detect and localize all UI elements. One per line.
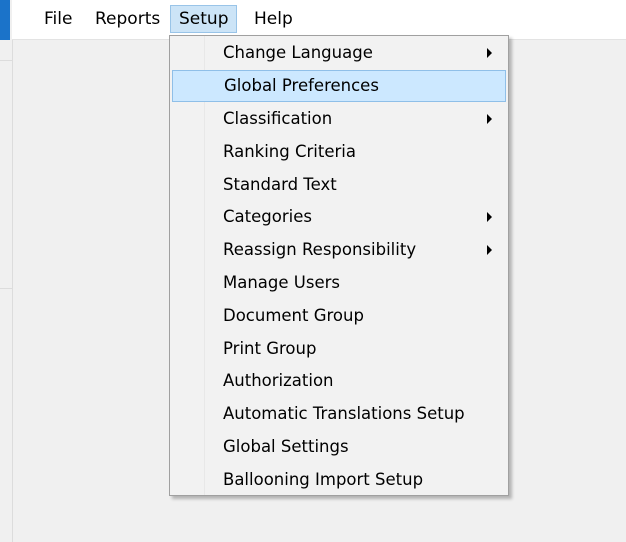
menu-item-label: Print Group xyxy=(223,339,317,358)
setup-dropdown-menu: Change Language Global Preferences Class… xyxy=(169,35,509,496)
menu-item-print-group[interactable]: Print Group xyxy=(172,333,506,365)
menu-item-ranking-criteria[interactable]: Ranking Criteria xyxy=(172,136,506,168)
menu-item-standard-text[interactable]: Standard Text xyxy=(172,169,506,201)
menu-item-label: Global Preferences xyxy=(224,76,379,95)
menu-item-label: Change Language xyxy=(223,43,373,62)
menu-item-label: Document Group xyxy=(223,306,364,325)
submenu-arrow-icon xyxy=(487,212,492,222)
menu-item-label: Standard Text xyxy=(223,175,337,194)
menu-item-automatic-translations-setup[interactable]: Automatic Translations Setup xyxy=(172,398,506,430)
menu-item-categories[interactable]: Categories xyxy=(172,201,506,233)
menu-item-ballooning-import-setup[interactable]: Ballooning Import Setup xyxy=(172,464,506,496)
menu-item-label: Classification xyxy=(223,109,333,128)
menu-file[interactable]: File xyxy=(36,5,80,33)
menu-setup[interactable]: Setup xyxy=(170,5,238,33)
left-panel-border xyxy=(12,40,13,542)
menu-item-label: Reassign Responsibility xyxy=(223,240,417,259)
menu-item-label: Ranking Criteria xyxy=(223,142,356,161)
menu-item-change-language[interactable]: Change Language xyxy=(172,37,506,69)
menu-item-label: Ballooning Import Setup xyxy=(223,470,424,489)
submenu-arrow-icon xyxy=(487,245,492,255)
submenu-arrow-icon xyxy=(487,48,492,58)
menu-item-label: Categories xyxy=(223,207,312,226)
menu-item-manage-users[interactable]: Manage Users xyxy=(172,267,506,299)
menu-item-label: Automatic Translations Setup xyxy=(223,404,465,423)
menu-item-global-settings[interactable]: Global Settings xyxy=(172,431,506,463)
menu-item-document-group[interactable]: Document Group xyxy=(172,300,506,332)
menu-item-label: Authorization xyxy=(223,371,334,390)
application-window: File Reports Setup Help Change Language … xyxy=(0,0,626,542)
menu-item-global-preferences[interactable]: Global Preferences xyxy=(172,70,506,102)
menu-item-label: Manage Users xyxy=(223,273,340,292)
menu-help[interactable]: Help xyxy=(246,5,301,33)
menu-reports[interactable]: Reports xyxy=(87,5,168,33)
left-panel-tick xyxy=(0,60,12,61)
menu-item-reassign-responsibility[interactable]: Reassign Responsibility xyxy=(172,234,506,266)
menu-item-classification[interactable]: Classification xyxy=(172,103,506,135)
submenu-arrow-icon xyxy=(487,114,492,124)
menu-item-authorization[interactable]: Authorization xyxy=(172,365,506,397)
menu-bar: File Reports Setup Help xyxy=(12,0,626,39)
left-panel-tick xyxy=(0,288,12,289)
window-accent-strip xyxy=(0,0,10,40)
menu-item-label: Global Settings xyxy=(223,437,349,456)
